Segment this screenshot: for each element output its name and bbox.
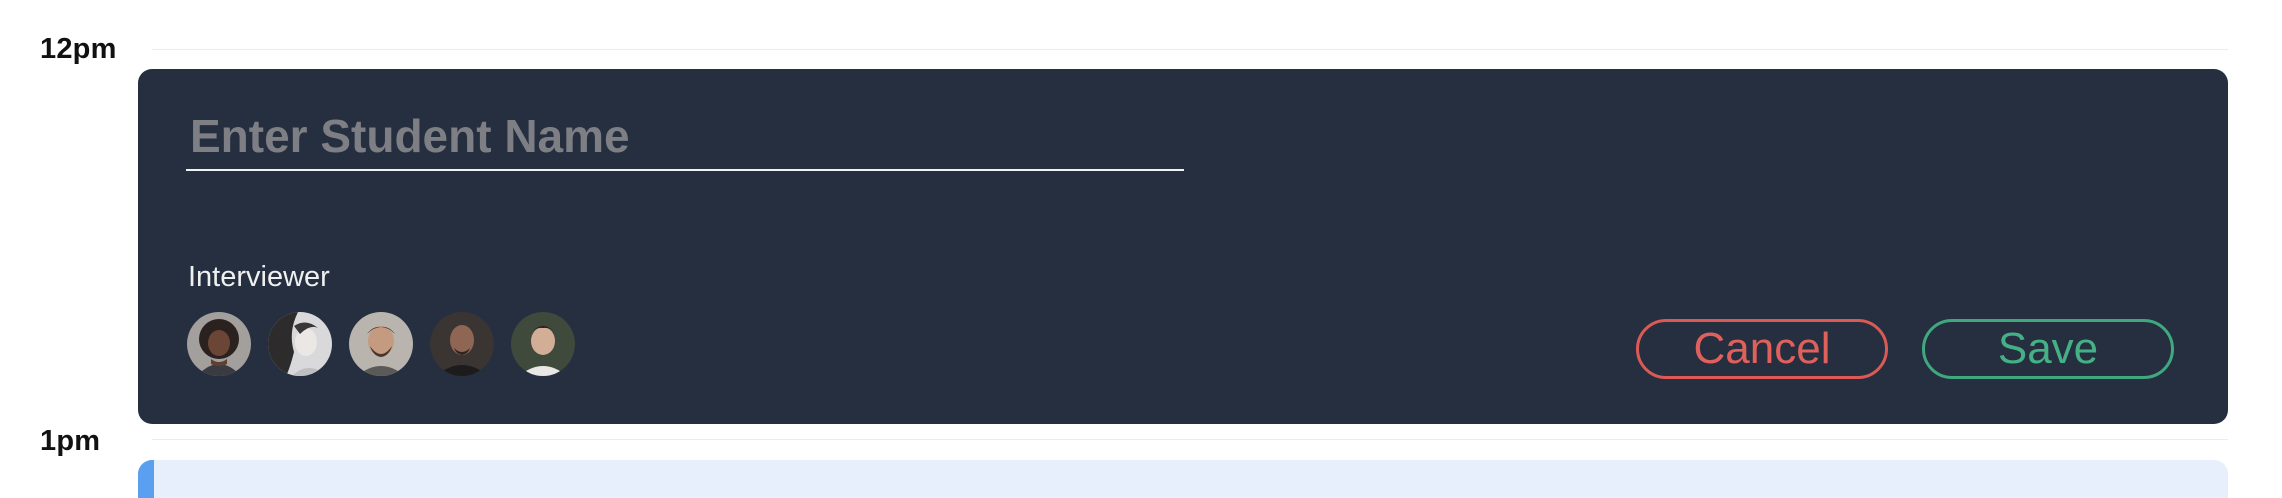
calendar-day-view: 12pm Interviewer xyxy=(0,0,2282,498)
student-name-field xyxy=(186,103,1184,171)
hour-gridline xyxy=(152,49,2228,50)
event-accent-bar xyxy=(138,460,154,498)
interviewer-avatar-1[interactable] xyxy=(187,312,251,376)
interviewer-avatar-3[interactable] xyxy=(349,312,413,376)
interviewer-avatar-5[interactable] xyxy=(511,312,575,376)
time-label-12pm: 12pm xyxy=(40,33,117,65)
time-label-1pm: 1pm xyxy=(40,425,101,457)
interviewer-avatar-2[interactable] xyxy=(268,312,332,376)
interviewer-avatar-list xyxy=(187,312,575,376)
interviewer-label: Interviewer xyxy=(188,261,330,293)
student-name-input[interactable] xyxy=(186,103,1184,169)
hour-gridline xyxy=(152,439,2228,440)
calendar-event-block[interactable] xyxy=(138,460,2228,498)
interviewer-avatar-4[interactable] xyxy=(430,312,494,376)
cancel-button[interactable]: Cancel xyxy=(1636,319,1888,379)
event-editor-card: Interviewer xyxy=(138,69,2228,424)
save-button[interactable]: Save xyxy=(1922,319,2174,379)
